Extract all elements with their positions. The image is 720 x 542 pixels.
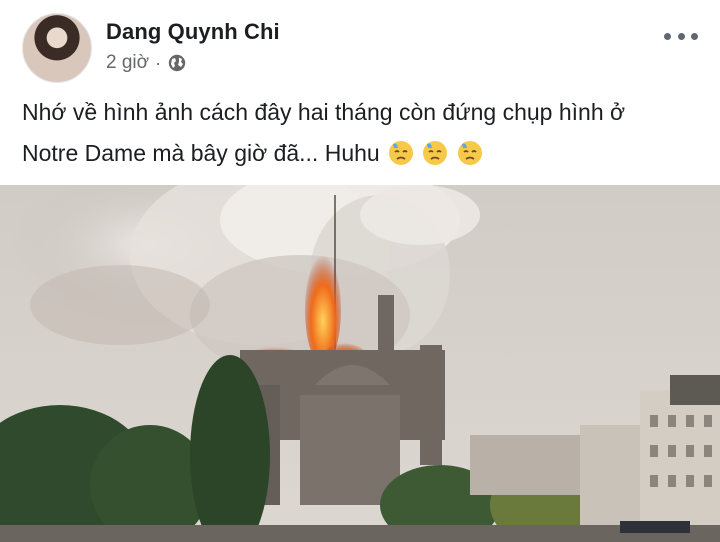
downcast-face-with-sweat-icon	[457, 138, 483, 165]
post-text: Nhớ về hình ảnh cách đây hai tháng còn đ…	[22, 92, 702, 174]
more-dot	[677, 32, 685, 40]
avatar[interactable]	[22, 13, 92, 83]
more-horizontal-icon	[664, 32, 671, 40]
post-meta: 2 giờ ·	[106, 52, 187, 74]
more-dot	[691, 32, 698, 40]
post-text-line-1: Nhớ về hình ảnh cách đây hai tháng còn đ…	[22, 99, 626, 125]
post-text-line-2: Notre Dame mà bây giờ đã... Huhu	[22, 140, 380, 166]
globe-icon[interactable]	[167, 53, 187, 73]
post-photo[interactable]	[0, 185, 720, 542]
downcast-face-with-sweat-icon	[388, 138, 414, 165]
downcast-face-with-sweat-icon	[422, 138, 448, 165]
meta-separator: ·	[155, 53, 162, 73]
post-header: Dang Quynh Chi 2 giờ ·	[0, 0, 720, 90]
more-options-button[interactable]	[664, 26, 698, 46]
author-name[interactable]: Dang Quynh Chi	[106, 19, 280, 45]
post-time[interactable]: 2 giờ	[106, 52, 149, 74]
